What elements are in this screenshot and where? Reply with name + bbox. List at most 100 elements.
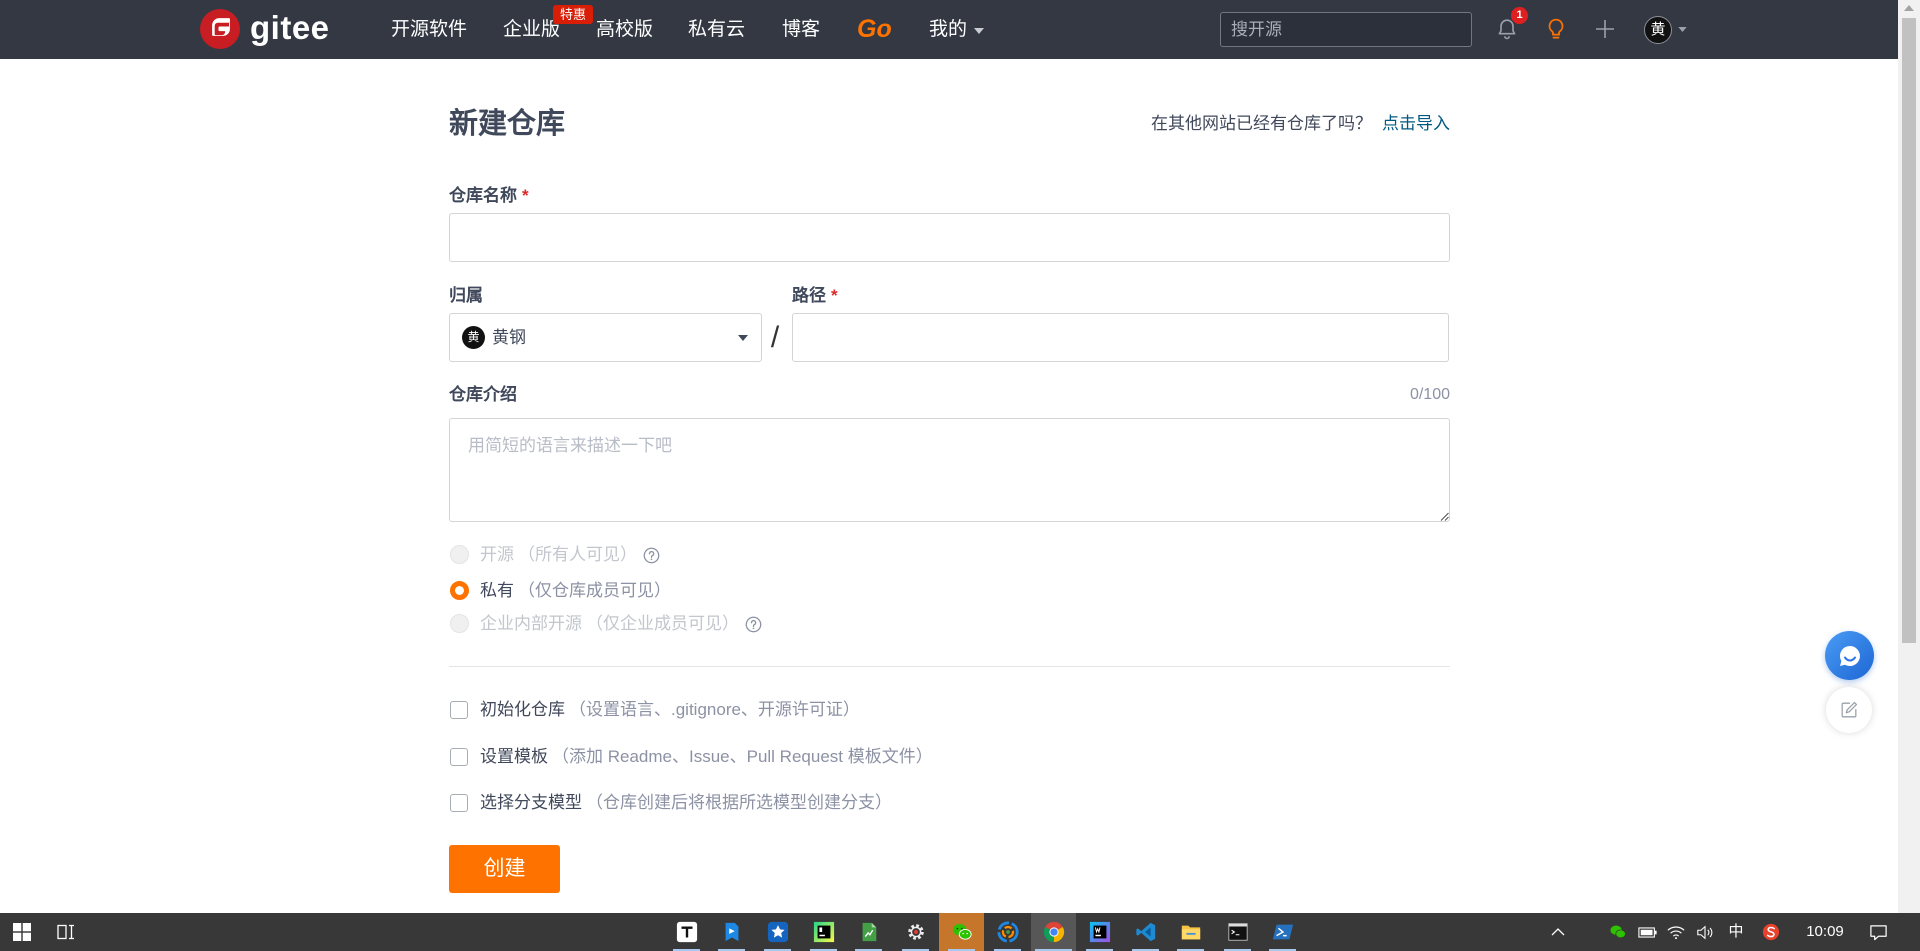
pycharm-icon[interactable] [801, 913, 846, 951]
dropdown-caret-icon [738, 335, 748, 341]
bookmark-app-icon[interactable] [709, 913, 754, 951]
option-text: 选择分支模型 （仓库创建后将根据所选模型创建分支） [480, 791, 892, 815]
powershell-icon[interactable] [1260, 913, 1305, 951]
option-label: 企业内部开源 [480, 614, 582, 633]
webstorm-icon[interactable] [1077, 913, 1122, 951]
nav-open-source[interactable]: 开源软件 [391, 0, 467, 59]
required-marker: * [522, 186, 529, 205]
nav-blog[interactable]: 博客 [782, 0, 820, 59]
option-text: 企业内部开源 （仅企业成员可见） [480, 612, 762, 636]
scrollbar-thumb[interactable] [1902, 18, 1916, 643]
avatar-chevron-down-icon[interactable] [1678, 27, 1687, 32]
search-input[interactable] [1220, 12, 1472, 47]
repo-path-input[interactable] [792, 313, 1449, 362]
option-hint: （所有人可见） [518, 545, 637, 564]
path-separator: / [770, 321, 780, 354]
option-text: 初始化仓库 （设置语言、.gitignore、开源许可证） [480, 698, 860, 722]
page-title: 新建仓库 [449, 108, 566, 140]
chrome-icon[interactable] [1031, 913, 1076, 951]
chevron-up-icon[interactable] [1546, 913, 1570, 951]
owner-select[interactable]: 黄 黄钢 [449, 313, 762, 362]
windows-taskbar: 中 10:09 [0, 913, 1920, 951]
option-text: 开源 （所有人可见） [480, 543, 660, 567]
option-hint: （仅企业成员可见） [586, 614, 739, 633]
init-repo-option[interactable]: 初始化仓库 （设置语言、.gitignore、开源许可证） [449, 698, 1450, 722]
promo-badge: 特惠 [553, 5, 593, 24]
repo-name-label-text: 仓库名称 [449, 186, 517, 205]
description-textarea[interactable] [449, 418, 1450, 522]
clock[interactable]: 10:09 [1796, 913, 1854, 951]
radio-private[interactable] [450, 581, 469, 600]
nav-education[interactable]: 高校版 [596, 0, 653, 59]
description-label: 仓库介绍 [449, 385, 517, 404]
option-label: 选择分支模型 [480, 793, 582, 812]
volume-icon[interactable] [1693, 913, 1717, 951]
file-explorer-icon[interactable] [1168, 913, 1213, 951]
option-text: 设置模板 （添加 Readme、Issue、Pull Request 模板文件） [480, 745, 933, 769]
radio-enterprise[interactable] [450, 614, 469, 633]
gitee-logo-text[interactable]: gitee [250, 6, 330, 50]
option-hint: （添加 Readme、Issue、Pull Request 模板文件） [552, 747, 933, 766]
swirl-app-icon[interactable] [985, 913, 1030, 951]
notification-center-icon[interactable] [1864, 913, 1892, 951]
branch-model-checkbox[interactable] [450, 794, 468, 812]
repo-name-input[interactable] [449, 213, 1450, 262]
battery-icon[interactable] [1636, 913, 1660, 951]
notification-count-badge: 1 [1511, 7, 1528, 24]
lightbulb-icon[interactable] [1544, 17, 1568, 41]
branch-model-option[interactable]: 选择分支模型 （仓库创建后将根据所选模型创建分支） [449, 791, 1450, 815]
option-text: 私有 （仅仓库成员可见） [480, 579, 671, 603]
import-link[interactable]: 点击导入 [1382, 113, 1450, 135]
scroll-up-arrow-icon[interactable] [1904, 5, 1914, 11]
create-button[interactable]: 创建 [449, 845, 560, 893]
wechat-icon[interactable] [939, 913, 984, 951]
owner-label: 归属 [449, 286, 483, 305]
document-app-icon[interactable] [846, 913, 891, 951]
init-repo-checkbox[interactable] [450, 701, 468, 719]
gitee-logo-icon[interactable] [200, 9, 240, 49]
user-avatar[interactable]: 黄 [1644, 16, 1672, 44]
question-circle-icon[interactable] [643, 547, 660, 564]
top-navbar: gitee 开源软件 企业版 特惠 高校版 私有云 博客 Go 我的 1 黄 [0, 0, 1898, 59]
nav-enterprise[interactable]: 企业版 [503, 0, 560, 59]
wechat-tray-icon[interactable] [1606, 913, 1630, 951]
owner-avatar: 黄 [462, 326, 485, 349]
star-app-icon[interactable] [755, 913, 800, 951]
visibility-enterprise-option[interactable]: 企业内部开源 （仅企业成员可见） [449, 612, 1450, 636]
nav-mine[interactable]: 我的 [929, 0, 967, 59]
description-wrapper [449, 418, 1450, 522]
visibility-private-option[interactable]: 私有 （仅仓库成员可见） [449, 579, 1450, 603]
ime-indicator[interactable]: 中 [1724, 913, 1748, 951]
nav-private-cloud[interactable]: 私有云 [688, 0, 745, 59]
option-label: 开源 [480, 545, 514, 564]
nav-go[interactable]: Go [857, 0, 892, 59]
option-label: 私有 [480, 581, 514, 600]
import-prompt: 在其他网站已经有仓库了吗？ 点击导入 [1151, 113, 1450, 135]
edit-icon[interactable] [1826, 687, 1872, 733]
option-hint: （仅仓库成员可见） [518, 581, 671, 600]
chevron-down-icon[interactable] [974, 28, 984, 34]
resize-handle-icon[interactable] [1438, 510, 1450, 522]
windows-logo-icon[interactable] [0, 913, 44, 951]
required-marker: * [831, 286, 838, 305]
task-view-icon[interactable] [46, 913, 86, 951]
description-char-counter: 0/100 [1409, 386, 1450, 403]
typora-icon[interactable] [664, 913, 709, 951]
path-label-text: 路径 [792, 286, 826, 305]
vscode-icon[interactable] [1123, 913, 1168, 951]
sogou-icon[interactable] [1759, 913, 1783, 951]
option-label: 设置模板 [480, 747, 548, 766]
chat-bubble-icon[interactable] [1825, 631, 1874, 680]
template-option[interactable]: 设置模板 （添加 Readme、Issue、Pull Request 模板文件） [449, 745, 1450, 769]
owner-select-value: 黄钢 [492, 328, 526, 347]
radio-public[interactable] [450, 545, 469, 564]
plus-icon[interactable] [1593, 17, 1617, 41]
visibility-public-option[interactable]: 开源 （所有人可见） [449, 543, 1450, 567]
option-label: 初始化仓库 [480, 700, 565, 719]
template-checkbox[interactable] [450, 748, 468, 766]
wifi-icon[interactable] [1664, 913, 1688, 951]
question-circle-icon[interactable] [745, 616, 762, 633]
terminal-icon[interactable] [1215, 913, 1260, 951]
path-label: 路径 * [792, 285, 838, 307]
settings-gear-icon[interactable] [893, 913, 938, 951]
